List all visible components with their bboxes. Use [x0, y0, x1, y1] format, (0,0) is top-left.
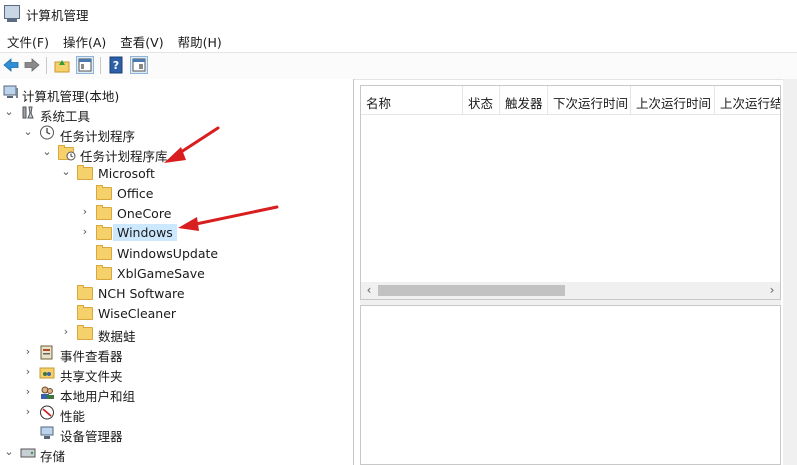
- tree-item-windowsupdate[interactable]: WindowsUpdate: [0, 243, 353, 263]
- up-folder-icon[interactable]: [53, 56, 71, 74]
- tree-item-onecore[interactable]: › OneCore: [0, 203, 353, 223]
- folder-icon: [77, 325, 93, 340]
- tree-item-computer-management[interactable]: 计算机管理(本地): [0, 83, 353, 104]
- device-manager-icon: [39, 425, 55, 440]
- folder-icon: [77, 165, 93, 180]
- storage-icon: [20, 445, 36, 460]
- title-bar: 计算机管理: [0, 0, 797, 26]
- chevron-right-icon[interactable]: ›: [79, 205, 91, 219]
- chevron-right-icon[interactable]: ›: [22, 345, 34, 359]
- console-tree[interactable]: 计算机管理(本地) ⌄ 系统工具 ⌄ 任务计划程序 ⌄ 任务计划程序库 ⌄ Mi…: [0, 79, 354, 465]
- column-header-name[interactable]: 名称: [361, 86, 463, 114]
- users-icon: [39, 385, 55, 400]
- menu-view[interactable]: 查看(V): [113, 29, 170, 51]
- folder-icon: [96, 185, 112, 200]
- toolbar-separator: [100, 57, 101, 74]
- folder-icon: [96, 205, 112, 220]
- tree-item-task-scheduler[interactable]: ⌄ 任务计划程序: [0, 123, 353, 144]
- svg-text:?: ?: [113, 59, 119, 72]
- scrollbar-thumb[interactable]: [378, 285, 565, 296]
- tree-item-system-tools[interactable]: ⌄ 系统工具: [0, 103, 353, 124]
- forward-arrow-icon[interactable]: [23, 56, 41, 74]
- chevron-right-icon[interactable]: ›: [79, 225, 91, 239]
- folder-icon: [96, 245, 112, 260]
- menu-action[interactable]: 操作(A): [56, 29, 113, 51]
- help-icon[interactable]: ?: [107, 56, 125, 74]
- tools-icon: [20, 105, 36, 120]
- column-header-triggers[interactable]: 触发器: [500, 86, 548, 114]
- tree-label: NCH Software: [98, 286, 185, 301]
- tree-item-microsoft[interactable]: ⌄ Microsoft: [0, 163, 353, 183]
- task-details-pane[interactable]: [360, 305, 781, 465]
- tree-label: Windows: [113, 224, 177, 241]
- tree-item-storage[interactable]: ⌄ 存储: [0, 443, 353, 464]
- tree-item-event-viewer[interactable]: › 事件查看器: [0, 343, 353, 364]
- shared-folder-icon: [39, 365, 55, 380]
- menu-help[interactable]: 帮助(H): [171, 29, 229, 51]
- properties-icon[interactable]: [130, 56, 148, 74]
- chevron-right-icon[interactable]: ›: [22, 405, 34, 419]
- chevron-down-icon[interactable]: ⌄: [22, 125, 34, 139]
- tree-item-performance[interactable]: › 性能: [0, 403, 353, 424]
- chevron-right-icon[interactable]: ›: [60, 325, 72, 339]
- tree-item-windows[interactable]: › Windows: [0, 223, 353, 243]
- tree-item-nch-software[interactable]: NCH Software: [0, 283, 353, 303]
- computer-icon: [3, 85, 19, 100]
- scroll-right-icon[interactable]: ›: [765, 283, 779, 298]
- column-header-status[interactable]: 状态: [463, 86, 500, 114]
- tree-item-device-manager[interactable]: 设备管理器: [0, 423, 353, 444]
- chevron-right-icon[interactable]: ›: [22, 365, 34, 379]
- tree-label: OneCore: [117, 206, 172, 221]
- column-header-next-run[interactable]: 下次运行时间: [548, 86, 631, 114]
- menu-file[interactable]: 文件(F): [0, 29, 56, 51]
- menu-bar: 文件(F) 操作(A) 查看(V) 帮助(H): [0, 29, 229, 51]
- toolbar: ?: [0, 52, 797, 80]
- folder-icon: [96, 265, 112, 280]
- column-header-last-run[interactable]: 上次运行时间: [631, 86, 715, 114]
- column-header-last-result[interactable]: 上次运行结: [715, 86, 780, 114]
- tree-label: Microsoft: [98, 166, 155, 181]
- tree-label: WiseCleaner: [98, 306, 177, 321]
- tree-label: WindowsUpdate: [117, 246, 219, 261]
- tree-label: Office: [117, 186, 154, 201]
- tree-item-office[interactable]: Office: [0, 183, 353, 203]
- tree-item-shujuwa[interactable]: › 数据蛙: [0, 323, 353, 344]
- computer-management-app-icon: [4, 5, 20, 22]
- task-list[interactable]: 名称 状态 触发器 下次运行时间 上次运行时间 上次运行结 ‹ ›: [360, 85, 781, 300]
- window-title: 计算机管理: [26, 8, 89, 23]
- tree-label: XblGameSave: [117, 266, 205, 281]
- tree-item-local-users[interactable]: › 本地用户和组: [0, 383, 353, 404]
- toolbar-separator: [46, 57, 47, 74]
- chevron-down-icon[interactable]: ⌄: [41, 145, 53, 159]
- tree-item-task-library[interactable]: ⌄ 任务计划程序库: [0, 143, 353, 164]
- tree-item-xblgamesave[interactable]: XblGameSave: [0, 263, 353, 283]
- actions-pane-edge: [783, 79, 797, 465]
- chevron-down-icon[interactable]: ⌄: [3, 105, 15, 119]
- folder-icon: [77, 285, 93, 300]
- tree-item-shared-folders[interactable]: › 共享文件夹: [0, 363, 353, 384]
- event-viewer-icon: [39, 345, 55, 360]
- show-hide-tree-icon[interactable]: [76, 56, 94, 74]
- horizontal-scrollbar[interactable]: ‹ ›: [361, 282, 780, 299]
- folder-icon: [77, 305, 93, 320]
- tree-item-wisecleaner[interactable]: WiseCleaner: [0, 303, 353, 323]
- chevron-down-icon[interactable]: ⌄: [3, 445, 15, 459]
- performance-icon: [39, 405, 55, 420]
- folder-clock-icon: [58, 145, 76, 161]
- chevron-down-icon[interactable]: ⌄: [60, 165, 72, 179]
- tree-label: 存储: [40, 449, 66, 464]
- folder-icon: [96, 225, 112, 240]
- column-headers: 名称 状态 触发器 下次运行时间 上次运行时间 上次运行结: [361, 86, 780, 115]
- clock-icon: [39, 125, 55, 140]
- chevron-right-icon[interactable]: ›: [22, 385, 34, 399]
- scroll-left-icon[interactable]: ‹: [362, 283, 376, 298]
- back-arrow-icon[interactable]: [2, 56, 20, 74]
